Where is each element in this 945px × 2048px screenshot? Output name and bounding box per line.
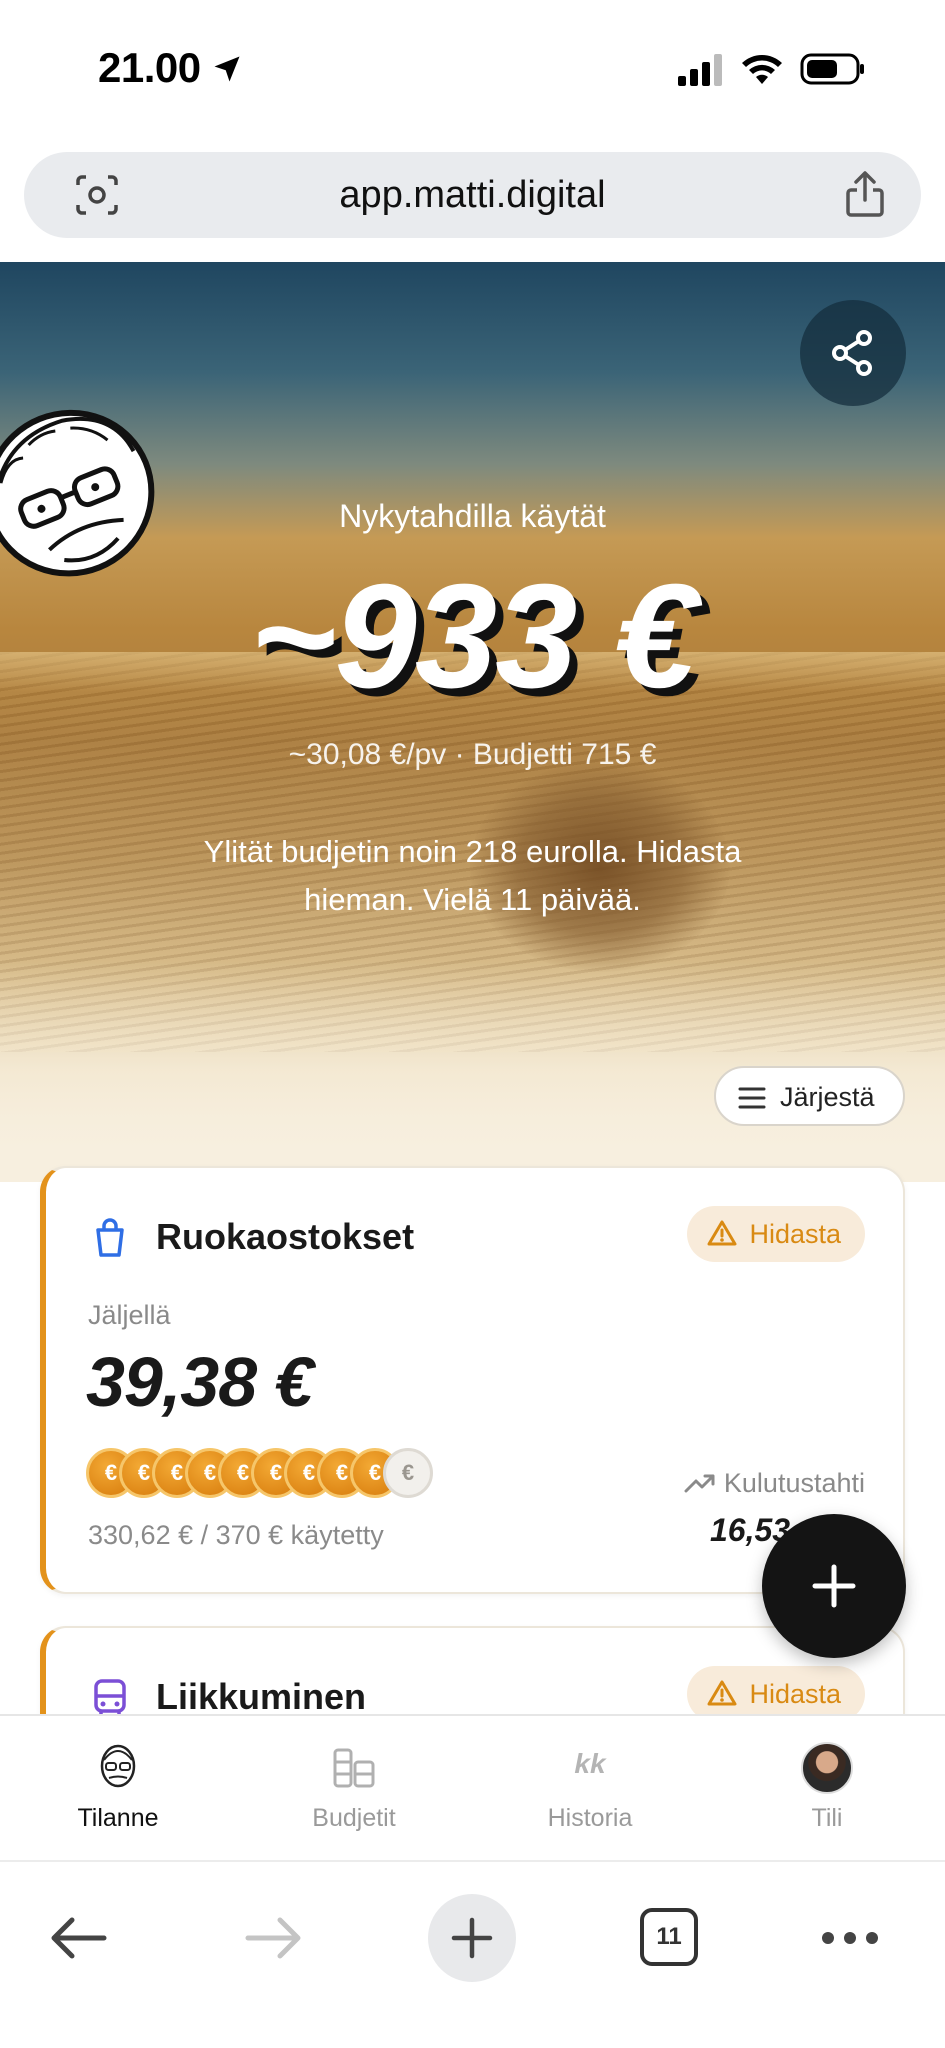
- hero-label: Nykytahdilla käytät: [339, 498, 606, 534]
- nav-label: Budjetit: [312, 1804, 396, 1832]
- nav-item-tili[interactable]: Tili: [709, 1716, 945, 1862]
- tab-count-button[interactable]: 11: [640, 1908, 698, 1966]
- avatar: [801, 1742, 853, 1794]
- add-expense-button[interactable]: [762, 1514, 906, 1658]
- projected-spend-amount: ~933 €: [250, 554, 697, 719]
- nav-label: Historia: [547, 1804, 633, 1832]
- plus-icon: [451, 1917, 493, 1959]
- nav-item-historia[interactable]: kk Historia: [472, 1716, 708, 1862]
- remaining-label: Jäljellä: [88, 1300, 171, 1330]
- bottom-nav: Tilanne Budjetit kk Historia Tili: [0, 1714, 945, 1860]
- bus-icon: [94, 1679, 126, 1716]
- browser-toolbar: 11: [0, 1860, 945, 2048]
- nav-label: Tili: [811, 1804, 843, 1832]
- signal-icon: [678, 54, 722, 86]
- sort-label: Järjestä: [780, 1082, 875, 1112]
- url-text[interactable]: app.matti.digital: [24, 174, 921, 217]
- warning-icon: [707, 1220, 737, 1246]
- status-badge: Hidasta: [687, 1206, 865, 1262]
- hero-message: Ylität budjetin noin 218 eurolla. Hidast…: [203, 834, 742, 917]
- status-bar: 21.00: [0, 0, 945, 140]
- status-badge-label: Hidasta: [749, 1219, 841, 1249]
- hero-banner: [0, 262, 945, 1182]
- forward-arrow-icon[interactable]: [244, 1914, 304, 1962]
- location-arrow-icon: [214, 56, 240, 82]
- warning-icon: [707, 1680, 737, 1706]
- wifi-icon: [742, 55, 782, 84]
- hero-subtitle: ~30,08 €/pv · Budjetti 715 €: [288, 738, 657, 771]
- menu-lines-icon: [738, 1087, 766, 1109]
- more-dots-icon[interactable]: [820, 1930, 880, 1946]
- plus-icon: [812, 1564, 856, 1608]
- share-button[interactable]: [800, 300, 906, 406]
- trending-up-icon: [684, 1474, 715, 1493]
- shopping-bag-icon: [96, 1218, 124, 1257]
- nav-item-tilanne[interactable]: Tilanne: [0, 1716, 236, 1862]
- coin-icon: €: [383, 1448, 433, 1498]
- status-time: 21.00: [98, 44, 201, 91]
- kk-history-icon: kk: [574, 1748, 606, 1779]
- sort-button[interactable]: Järjestä: [714, 1066, 905, 1126]
- remaining-amount: 39,38 €: [86, 1343, 314, 1421]
- nav-item-budjetit[interactable]: Budjetit: [236, 1716, 472, 1862]
- back-arrow-icon[interactable]: [48, 1914, 108, 1962]
- battery-icon: [800, 53, 864, 85]
- share-nodes-icon: [832, 330, 872, 376]
- card-title: Ruokaostokset: [156, 1216, 415, 1257]
- share-icon[interactable]: [843, 170, 887, 218]
- mascot-face-icon: [100, 1744, 136, 1788]
- nav-label: Tilanne: [77, 1804, 159, 1832]
- card-title: Liikkuminen: [156, 1676, 367, 1717]
- new-tab-button[interactable]: [428, 1894, 516, 1982]
- coin-progress: € € € € € € € € € €: [86, 1448, 433, 1500]
- pace-label-text: Kulutustahti: [723, 1468, 865, 1498]
- spent-text: 330,62 € / 370 € käytetty: [88, 1520, 384, 1550]
- budget-stack-icon: [333, 1748, 375, 1788]
- budget-card-ruokaostokset[interactable]: Ruokaostokset Hidasta Jäljellä 39,38 € €…: [40, 1166, 905, 1594]
- url-bar[interactable]: app.matti.digital: [24, 152, 921, 238]
- pace-label: Kulutustahti: [684, 1468, 865, 1499]
